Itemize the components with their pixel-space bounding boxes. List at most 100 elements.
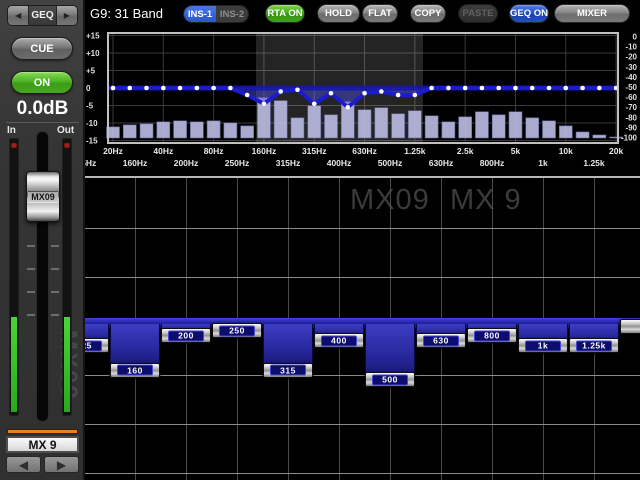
eq-curve-point — [429, 86, 434, 91]
band-frequency-labels: 125Hz160Hz200Hz250Hz315Hz400Hz500Hz630Hz… — [85, 156, 640, 176]
band-frequency-label: 250Hz — [225, 158, 250, 168]
paste-button[interactable]: PASTE — [458, 4, 498, 23]
band-fader-handle-500[interactable]: 500 — [365, 372, 415, 387]
band-fader-handle-160[interactable]: 160 — [110, 363, 160, 378]
toolbar: G9: 31 Band INS-1 INS-2 RTA ON HOLD FLAT… — [85, 0, 640, 28]
band-handle-label: 160 — [117, 365, 153, 376]
rta-axis-label: 0 — [633, 33, 638, 42]
rta-axis-label: -60 — [625, 93, 637, 102]
band-frequency-label: 630Hz — [429, 158, 454, 168]
band-frequency-label: 125Hz — [85, 158, 96, 168]
db-axis-label: +15 — [86, 32, 100, 41]
rta-bar — [543, 121, 556, 138]
background-watermark-right: MX 9 — [450, 184, 522, 217]
right-arrow-icon: ▶ — [57, 458, 66, 472]
rta-bar — [358, 110, 371, 138]
rta-bar — [308, 106, 321, 138]
band-fader-handle-630[interactable]: 630 — [416, 333, 466, 348]
clip-led — [11, 143, 17, 148]
geq-on-button[interactable]: GEQ ON — [509, 4, 549, 23]
mixer-button[interactable]: MIXER — [554, 4, 630, 23]
band-fader-handle-400[interactable]: 400 — [314, 333, 364, 348]
fader-tick — [51, 291, 59, 293]
eq-curve-point — [597, 86, 602, 91]
rta-bar — [174, 121, 187, 138]
rta-bar — [559, 126, 572, 138]
geq-switcher-label: GEQ — [28, 6, 56, 25]
rta-bar — [123, 125, 136, 138]
db-gridline — [85, 375, 640, 376]
on-button[interactable]: ON — [11, 71, 73, 94]
cue-button[interactable]: CUE — [11, 37, 73, 60]
band-frequency-label: 315Hz — [276, 158, 301, 168]
eq-curve-point — [345, 105, 350, 110]
rta-on-button[interactable]: RTA ON — [265, 4, 305, 23]
channel-fader-handle[interactable]: MX09 — [26, 171, 60, 222]
band-fader-handle-partial[interactable] — [620, 319, 640, 334]
right-arrow-icon: ▶ — [64, 11, 70, 20]
geq-prev-button[interactable]: ◀ — [8, 6, 28, 25]
band-fader-handle-800[interactable]: 800 — [467, 328, 517, 343]
eq-curve-point — [580, 86, 585, 91]
copy-button[interactable]: COPY — [410, 4, 446, 23]
band-frequency-label: 1k — [538, 158, 547, 168]
band-fader-area: MX09MX 91251602002503154005006308001k1.2… — [85, 176, 640, 480]
eq-curve-point — [496, 86, 501, 91]
rta-axis-label: -100 — [621, 134, 638, 143]
eq-curve-point — [211, 86, 216, 91]
db-gridline — [85, 277, 640, 278]
flat-button[interactable]: FLAT — [362, 4, 398, 23]
channel-next-button[interactable]: ▶ — [44, 456, 79, 473]
freq-axis-label: 20Hz — [103, 146, 123, 156]
rta-axis-label: -80 — [625, 113, 637, 122]
band-fader-handle-125[interactable]: 125 — [85, 338, 109, 353]
eq-curve-point — [127, 86, 132, 91]
hold-button[interactable]: HOLD — [317, 4, 360, 23]
eq-curve-point — [463, 86, 468, 91]
geq-response-graph: +15+10+50-5-10-1520Hz40Hz80Hz160Hz315Hz6… — [85, 28, 640, 176]
eq-curve-point — [329, 91, 334, 96]
eq-curve-point — [295, 87, 300, 92]
band-handle-label: 315 — [270, 365, 306, 376]
eq-curve-point — [178, 86, 183, 91]
db-axis-label: +10 — [86, 49, 100, 58]
band-fader-handle-315[interactable]: 315 — [263, 363, 313, 378]
freq-axis-label: 40Hz — [153, 146, 173, 156]
freq-axis-label: 80Hz — [204, 146, 224, 156]
eq-curve-point — [312, 101, 317, 106]
rta-axis-label: -40 — [625, 73, 637, 82]
eq-curve-point — [161, 86, 166, 91]
insert-slot-tabs: INS-1 INS-2 — [183, 5, 249, 23]
eq-curve-point — [362, 91, 367, 96]
rta-bar — [408, 111, 421, 138]
db-axis-label: -10 — [86, 119, 98, 128]
band-frequency-label: 500Hz — [378, 158, 403, 168]
fader-tick — [51, 268, 59, 270]
eq-curve-point — [195, 86, 200, 91]
geq-switcher: ◀ GEQ ▶ — [7, 5, 78, 26]
rta-axis-label: -20 — [625, 53, 637, 62]
db-gridline — [85, 424, 640, 425]
rta-axis-label: -30 — [625, 63, 637, 72]
band-fader-handle-250[interactable]: 250 — [212, 323, 262, 338]
rta-bar — [576, 132, 589, 138]
db-gridline — [85, 473, 640, 474]
rta-bar — [190, 122, 203, 138]
rta-bar — [157, 122, 170, 138]
tab-ins-2[interactable]: INS-2 — [216, 6, 248, 22]
left-arrow-icon: ◀ — [15, 11, 21, 20]
freq-axis-label: 630Hz — [352, 146, 377, 156]
eq-curve-point — [513, 86, 518, 91]
band-fader-handle-200[interactable]: 200 — [161, 328, 211, 343]
rta-bar — [241, 126, 254, 138]
band-handle-label: 400 — [321, 335, 357, 346]
db-axis-label: -5 — [86, 102, 94, 111]
band-handle-label: 500 — [372, 374, 408, 385]
geq-next-button[interactable]: ▶ — [57, 6, 77, 25]
tab-ins-1[interactable]: INS-1 — [184, 6, 216, 22]
channel-prev-button[interactable]: ◀ — [6, 456, 41, 473]
band-fader-handle-1.25k[interactable]: 1.25k — [569, 338, 619, 353]
band-fader-handle-1k[interactable]: 1k — [518, 338, 568, 353]
channel-sidebar: ◀ GEQ ▶ CUE ON 0.0dB In Out MX09 MX09 — [0, 0, 85, 480]
fader-tick — [51, 245, 59, 247]
